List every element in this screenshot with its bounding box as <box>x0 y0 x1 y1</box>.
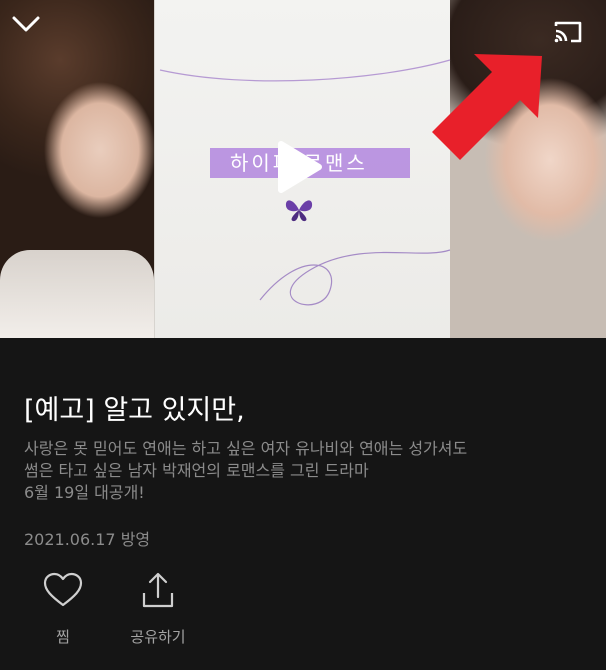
red-arrow-icon <box>432 54 542 160</box>
share-icon <box>136 568 180 612</box>
share-button[interactable]: 공유하기 <box>116 568 200 647</box>
play-icon <box>278 141 322 193</box>
broadcast-date: 2021.06.17 방영 <box>24 530 151 549</box>
video-info-section: [예고] 알고 있지만, 사랑은 못 믿어도 연애는 하고 싶은 여자 유나비와… <box>0 338 606 670</box>
collapse-button[interactable] <box>4 2 48 46</box>
share-label: 공유하기 <box>130 628 186 646</box>
description-line: 썸은 타고 싶은 남자 박재언의 로맨스를 그린 드라마 <box>24 461 369 480</box>
cast-button[interactable] <box>546 10 590 54</box>
heart-icon <box>41 568 85 612</box>
play-button[interactable] <box>268 135 332 199</box>
like-button[interactable]: 찜 <box>38 568 88 647</box>
description-line: 사랑은 못 믿어도 연애는 하고 싶은 여자 유나비와 연애는 성가셔도 <box>24 439 468 458</box>
cast-icon <box>554 21 582 43</box>
chevron-down-icon <box>12 16 40 32</box>
video-description: 사랑은 못 믿어도 연애는 하고 싶은 여자 유나비와 연애는 성가셔도 썸은 … <box>24 438 594 504</box>
butterfly-icon <box>283 196 315 224</box>
video-player[interactable]: 하이퍼 로맨스 <box>0 0 606 338</box>
description-line: 6월 19일 대공개! <box>24 483 145 502</box>
like-label: 찜 <box>56 628 70 646</box>
video-title: [예고] 알고 있지만, <box>24 395 245 426</box>
